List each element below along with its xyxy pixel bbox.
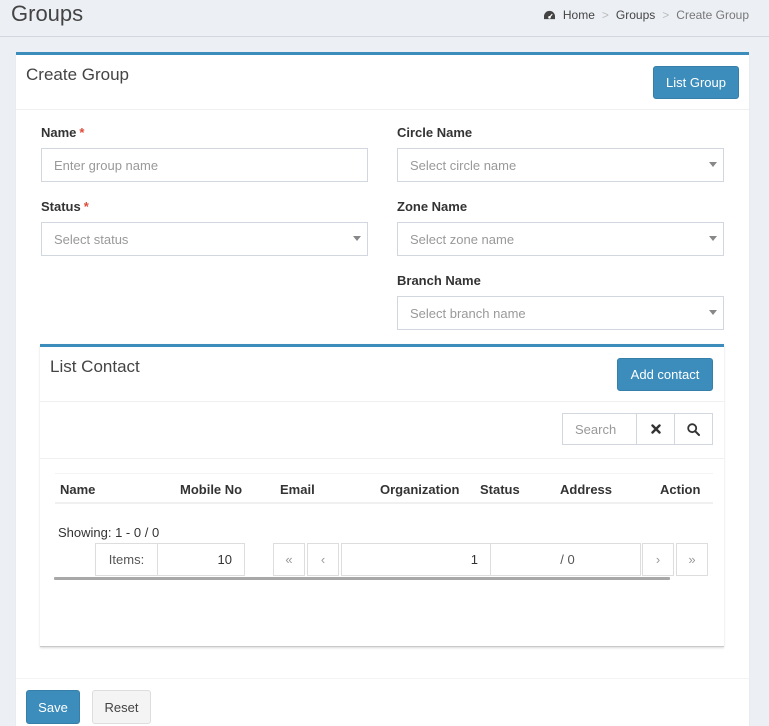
zone-name-select[interactable]: Select zone name: [397, 222, 724, 256]
circle-name-placeholder: Select circle name: [410, 157, 517, 173]
circle-name-select[interactable]: Select circle name: [397, 148, 724, 182]
breadcrumb: Home > Groups > Create Group: [543, 8, 749, 22]
column-header-email[interactable]: Email: [280, 482, 315, 497]
search-button[interactable]: [675, 413, 713, 445]
page-number-input[interactable]: 1: [341, 543, 491, 576]
search-input[interactable]: Search: [562, 413, 637, 445]
breadcrumb-current: Create Group: [676, 8, 749, 22]
showing-count: Showing: 1 - 0 / 0: [58, 525, 160, 540]
items-label: Items:: [95, 543, 158, 576]
dashboard-icon: [543, 10, 555, 19]
items-per-page-input[interactable]: 10: [157, 543, 245, 576]
search-group: Search: [562, 413, 713, 445]
box-title: Create Group: [26, 65, 129, 84]
column-header-name[interactable]: Name: [60, 482, 95, 497]
group-name-placeholder: Enter group name: [54, 157, 159, 173]
zone-name-label: Zone Name: [397, 199, 468, 214]
clear-search-button[interactable]: [637, 413, 675, 445]
save-button[interactable]: Save: [26, 690, 80, 724]
breadcrumb-groups[interactable]: Groups: [616, 8, 655, 22]
last-page-button[interactable]: »: [676, 543, 708, 576]
list-contact-header: List Contact Add contact: [40, 347, 724, 402]
breadcrumb-home[interactable]: Home: [563, 8, 595, 22]
column-header-organization[interactable]: Organization: [380, 482, 459, 497]
breadcrumb-separator: >: [662, 8, 670, 22]
column-header-action[interactable]: Action: [660, 482, 700, 497]
branch-name-label: Branch Name: [397, 273, 481, 288]
column-header-mobile[interactable]: Mobile No: [180, 482, 242, 497]
dropdown-caret-icon: [709, 236, 717, 241]
status-label: Status *: [41, 199, 89, 214]
branch-name-placeholder: Select branch name: [410, 305, 526, 321]
page-title: Groups: [11, 1, 84, 26]
prev-page-button[interactable]: ‹: [307, 543, 339, 576]
page-total: / 0: [490, 543, 641, 576]
status-label-text: Status: [41, 199, 81, 214]
dropdown-caret-icon: [709, 162, 717, 167]
create-group-box: Create Group List Group Name * Enter grou…: [16, 52, 749, 726]
status-select[interactable]: Select status: [41, 222, 368, 256]
first-page-button[interactable]: «: [273, 543, 305, 576]
dropdown-caret-icon: [353, 236, 361, 241]
box-header: Create Group List Group: [16, 55, 749, 110]
box-footer: Save Reset: [16, 678, 749, 726]
breadcrumb-separator: >: [601, 8, 609, 22]
branch-name-select[interactable]: Select branch name: [397, 296, 724, 330]
close-icon: [650, 424, 661, 434]
search-icon: [687, 422, 700, 436]
required-mark: *: [79, 125, 85, 140]
dropdown-caret-icon: [709, 310, 717, 315]
required-mark: *: [83, 199, 89, 214]
status-placeholder: Select status: [54, 231, 129, 247]
list-group-button[interactable]: List Group: [653, 66, 739, 99]
divider: [40, 458, 724, 459]
column-header-address[interactable]: Address: [560, 482, 612, 497]
horizontal-scrollbar[interactable]: [54, 577, 670, 580]
list-contact-title: List Contact: [50, 357, 140, 376]
page-header: Groups Home > Groups > Create Group: [0, 0, 769, 37]
column-header-status[interactable]: Status: [480, 482, 520, 497]
group-name-input[interactable]: Enter group name: [41, 148, 368, 182]
next-page-button[interactable]: ›: [642, 543, 674, 576]
zone-name-placeholder: Select zone name: [410, 231, 515, 247]
circle-name-label: Circle Name: [397, 125, 473, 140]
add-contact-button[interactable]: Add contact: [617, 358, 713, 391]
search-placeholder: Search: [575, 421, 617, 437]
name-label: Name *: [41, 125, 84, 140]
reset-button[interactable]: Reset: [92, 690, 151, 724]
contacts-table-header: Name Mobile No Email Organization Status…: [55, 473, 713, 504]
list-contact-box: List Contact Add contact Search Name Mob…: [40, 344, 724, 647]
name-label-text: Name: [41, 125, 77, 140]
